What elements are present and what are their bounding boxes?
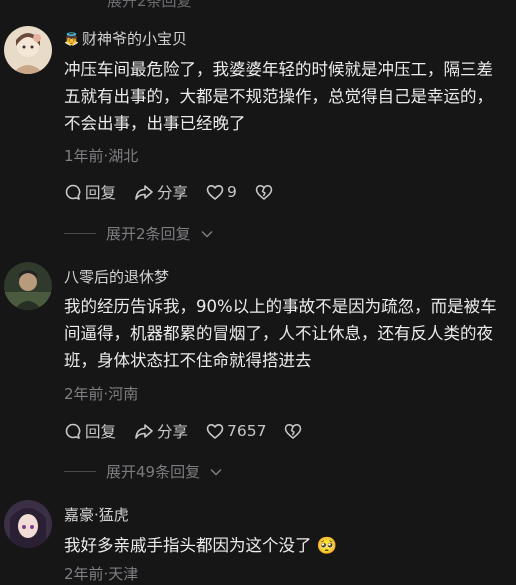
reply-icon — [65, 423, 81, 439]
pleading-face-emoji: 🥺 — [316, 536, 338, 555]
chevron-down-icon — [201, 230, 213, 238]
share-icon — [135, 185, 153, 200]
user-badge-icon: 👼 — [64, 31, 79, 46]
avatar[interactable] — [4, 26, 52, 74]
heart-icon — [206, 184, 224, 200]
comment-text: 我的经历告诉我，90%以上的事故不是因为疏忽，而是被车间逼得，机器都累的冒烟了，… — [64, 297, 497, 370]
broken-heart-icon — [285, 423, 302, 439]
avatar[interactable] — [4, 262, 52, 310]
like-button[interactable]: 9 — [206, 183, 237, 201]
share-button[interactable]: 分享 — [134, 181, 188, 203]
reply-button[interactable]: 回复 — [64, 420, 116, 442]
reply-icon — [65, 184, 81, 200]
heart-icon — [206, 423, 224, 439]
comment-meta: 1年前·湖北 — [64, 147, 139, 165]
comment-text: 冲压车间最危险了，我婆婆年轻的时候就是冲压工，隔三差五就有出事的，大都是不规范操… — [64, 60, 493, 133]
chevron-down-icon — [210, 468, 222, 476]
broken-heart-icon — [255, 184, 273, 200]
collapsed-replies-cutoff[interactable]: 展开2条回复 — [107, 0, 192, 11]
like-count: 9 — [227, 183, 237, 201]
username[interactable]: 嘉豪·猛虎 — [64, 504, 129, 525]
dislike-button[interactable] — [284, 423, 302, 440]
like-count: 7657 — [227, 422, 267, 440]
reply-button[interactable]: 回复 — [64, 181, 116, 203]
avatar[interactable] — [4, 500, 52, 548]
username[interactable]: 👼 财神爷的小宝贝 — [64, 28, 187, 49]
expand-replies-button[interactable]: 展开49条回复 — [64, 461, 222, 482]
comment-actions: 回复 分享 9 — [64, 181, 291, 203]
like-button[interactable]: 7657 — [206, 422, 266, 440]
comment-text: 我好多亲戚手指头都因为这个没了 🥺 — [64, 536, 338, 555]
divider-line — [64, 471, 96, 472]
expand-replies-button[interactable]: 展开2条回复 — [64, 223, 213, 244]
username[interactable]: 八零后的退休梦 — [64, 266, 169, 287]
share-icon — [135, 424, 153, 439]
divider-line — [64, 233, 96, 234]
share-button[interactable]: 分享 — [134, 420, 188, 442]
comment-meta: 2年前·河南 — [64, 385, 139, 403]
dislike-button[interactable] — [255, 184, 273, 201]
comment-meta: 2年前·天津 — [64, 565, 139, 583]
comment-actions: 回复 分享 7657 — [64, 420, 320, 442]
